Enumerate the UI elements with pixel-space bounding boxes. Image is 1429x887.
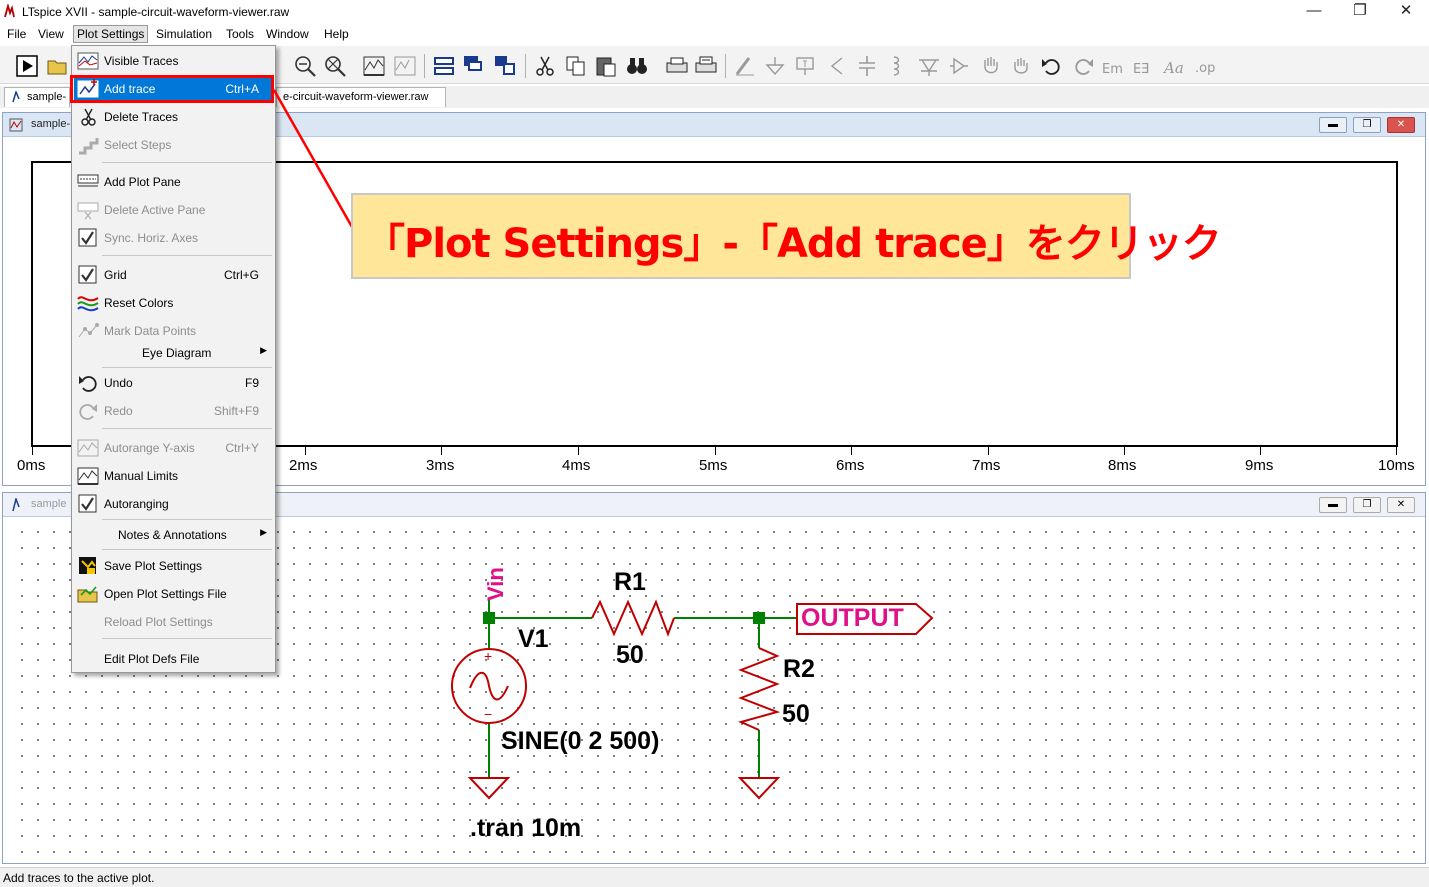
- annotation-arrow: [272, 89, 358, 235]
- instruction-callout: 「Plot Settings」-「Add trace」をクリック: [351, 193, 1222, 279]
- callout-text: 「Plot Settings」-「Add trace」をクリック: [365, 221, 1222, 267]
